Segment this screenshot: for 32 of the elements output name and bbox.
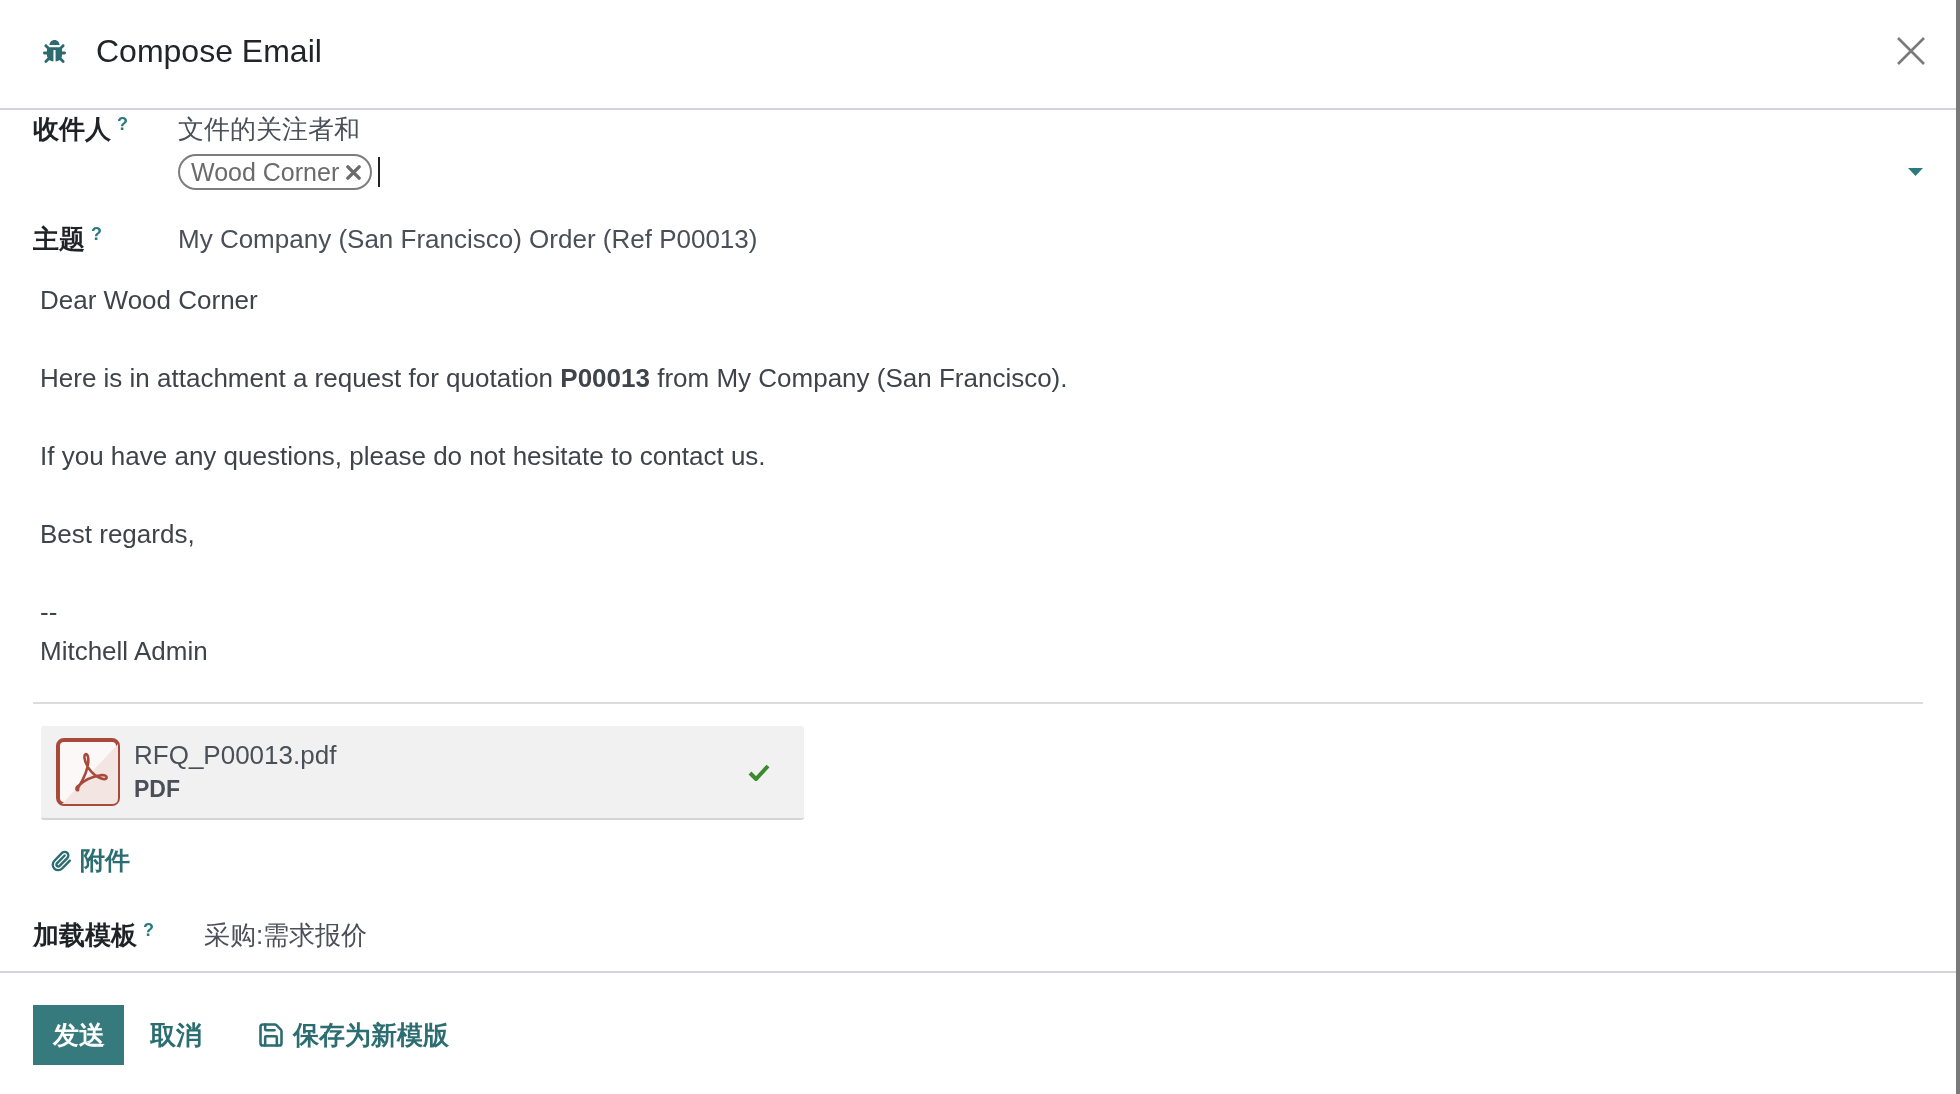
help-mark[interactable]: ? (117, 114, 128, 134)
save-template-button[interactable]: 保存为新模版 (243, 1005, 463, 1065)
bug-icon[interactable] (43, 39, 66, 63)
pdf-file-icon (56, 738, 120, 806)
send-button[interactable]: 发送 (33, 1005, 124, 1065)
body-paragraph: Here is in attachment a request for quotation P00013 from My Company (San Francisco). (40, 362, 1069, 395)
help-mark[interactable]: ? (143, 920, 154, 940)
attachment-type: PDF (134, 775, 181, 804)
recipient-description: 文件的关注者和 (178, 113, 361, 146)
body-paragraph: -- Mitchell Admin (40, 596, 209, 668)
field-label: 主题 (33, 223, 85, 256)
cancel-button[interactable]: 取消 (136, 1005, 216, 1065)
field-label: 收件人 (33, 113, 111, 146)
attach-button[interactable]: 附件 (50, 846, 130, 876)
paperclip-icon (50, 850, 72, 872)
attachment-card[interactable]: RFQ_P00013.pdf PDF (41, 726, 804, 820)
dropdown-caret-icon[interactable] (1908, 168, 1923, 176)
help-mark[interactable]: ? (91, 224, 102, 244)
body-paragraph: Best regards, (40, 518, 196, 551)
dialog-title: Compose Email (96, 32, 322, 71)
save-icon (257, 1021, 285, 1049)
subject-field[interactable]: My Company (San Francisco) Order (Ref P00013) (178, 220, 1923, 258)
message-body-field[interactable]: Dear Wood Corner Here is in attachment a request for quotation P00013 from My Company (San Francisco). If you have any questions, please do not hesitate to contact us. Best regards, -- Mitchell Admin (33, 281, 1923, 704)
close-icon (1897, 37, 1925, 65)
attachment-name: RFQ_P00013.pdf (134, 739, 337, 772)
remove-icon[interactable] (346, 164, 362, 180)
body-paragraph: Dear Wood Corner (40, 284, 259, 317)
field-label: 加载模板 (33, 919, 137, 952)
template-field[interactable]: 采购:需求报价 (204, 916, 1923, 954)
recipient-tag[interactable]: Wood Corner (178, 154, 373, 190)
tag-label: Wood Corner (191, 157, 340, 187)
body-paragraph: If you have any questions, please do not hesitate to contact us. (40, 440, 767, 473)
